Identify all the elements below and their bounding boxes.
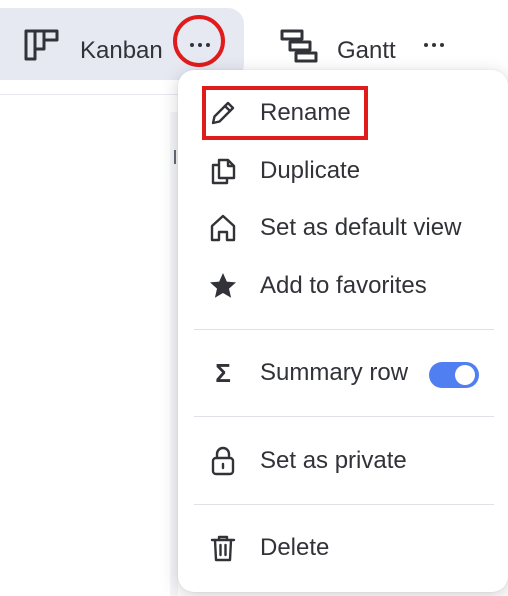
duplicate-icon <box>208 156 238 186</box>
menu-divider <box>194 504 494 505</box>
pencil-icon <box>208 98 238 128</box>
menu-item-label: Duplicate <box>260 157 361 184</box>
menu-item-label: Set as default view <box>260 214 462 241</box>
kanban-icon <box>22 26 62 66</box>
menu-item-add-to-favorites[interactable]: Add to favorites <box>178 259 508 313</box>
board-column-edge <box>170 112 178 596</box>
more-options-icon <box>424 43 444 47</box>
menu-item-set-default-view[interactable]: Set as default view <box>178 201 508 255</box>
star-icon <box>208 271 238 301</box>
view-options-menu: Rename Duplicate Set as default view Add… <box>178 70 508 592</box>
sigma-icon: Σ <box>215 358 231 388</box>
trash-icon <box>208 533 238 563</box>
kanban-more-button[interactable] <box>180 25 220 65</box>
menu-item-set-as-private[interactable]: Set as private <box>178 434 508 488</box>
board-marker <box>174 150 176 164</box>
menu-item-label: Rename <box>260 99 351 126</box>
home-icon <box>208 213 238 243</box>
menu-divider <box>194 416 494 417</box>
summary-row-toggle[interactable] <box>429 362 479 388</box>
gantt-icon <box>278 26 318 66</box>
lock-icon <box>208 446 238 476</box>
menu-item-duplicate[interactable]: Duplicate <box>178 144 508 198</box>
tab-label: Kanban <box>80 37 163 64</box>
menu-item-label: Summary row <box>260 359 409 386</box>
tab-label: Gantt <box>337 37 396 64</box>
toggle-knob <box>455 365 475 385</box>
menu-item-label: Add to favorites <box>260 272 427 299</box>
menu-divider <box>194 329 494 330</box>
menu-item-delete[interactable]: Delete <box>178 521 508 575</box>
menu-item-label: Set as private <box>260 447 407 474</box>
gantt-more-button[interactable] <box>414 25 454 65</box>
menu-item-rename[interactable]: Rename <box>178 86 508 140</box>
menu-item-label: Delete <box>260 534 330 561</box>
more-options-icon <box>190 43 210 47</box>
